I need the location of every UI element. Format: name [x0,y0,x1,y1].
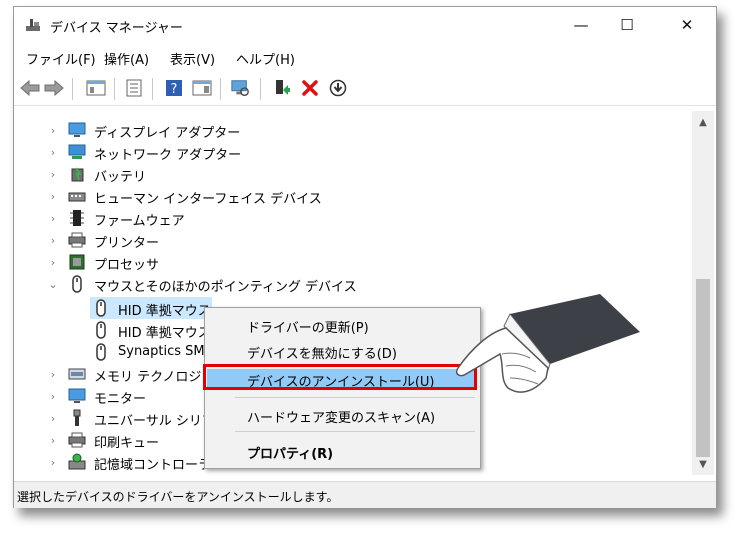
scroll-thumb[interactable] [696,279,710,457]
printer-icon [68,232,86,248]
processor-icon [69,254,85,270]
tree-label: ファームウェア [94,214,185,229]
display-adapter-icon [68,122,86,137]
menu-view[interactable]: 表示(V) [170,49,215,68]
chevron-right-icon[interactable]: › [48,168,58,181]
device-manager-icon [26,19,40,31]
menu-update-driver[interactable]: ドライバーの更新(P) [205,313,480,337]
tree-label: マウスとそのほかのポインティング デバイス [94,280,357,295]
minimize-button[interactable]: — [558,7,604,43]
tree-label: HID 準拠マウス [118,326,211,341]
chevron-right-icon[interactable]: › [48,390,58,403]
tree-label: ヒューマン インターフェイス デバイス [94,192,322,207]
firmware-chip-icon [70,210,84,226]
tree-label: 印刷キュー [94,436,160,451]
action-pane-icon[interactable] [192,78,212,98]
tree-label: プリンター [94,236,160,251]
chevron-right-icon[interactable]: › [48,456,58,469]
title-bar: デバイス マネージャー — ☐ ✕ [14,7,716,43]
show-hide-tree-icon[interactable] [86,78,106,98]
status-bar: 選択したデバイスのドライバーをアンインストールします。 [14,481,716,508]
monitor-icon [68,388,86,403]
properties-icon[interactable] [124,78,144,98]
menu-disable-device[interactable]: デバイスを無効にする(D) [205,339,480,363]
svg-text:?: ? [171,82,178,97]
close-button[interactable]: ✕ [664,7,710,43]
tree-label: ネットワーク アダプター [94,148,242,163]
menu-help[interactable]: ヘルプ(H) [236,49,295,68]
chevron-right-icon[interactable]: › [48,234,58,247]
chevron-right-icon[interactable]: › [48,146,58,159]
uninstall-x-icon[interactable] [300,78,320,98]
menu-action[interactable]: 操作(A) [104,49,149,68]
chevron-right-icon[interactable]: › [48,412,58,425]
mouse-icon [96,321,106,339]
highlight-callout-box [203,364,477,390]
chevron-right-icon[interactable]: › [48,368,58,381]
mouse-icon [96,299,106,317]
chevron-right-icon[interactable]: › [48,124,58,137]
battery-icon [71,167,84,182]
tree-label: メモリ テクノロジ デ [94,370,219,385]
window-title: デバイス マネージャー [50,21,183,36]
scroll-up-icon[interactable]: ▲ [692,113,714,131]
tree-label: プロセッサ [94,258,160,273]
mouse-icon [96,343,106,361]
vertical-scrollbar[interactable]: ▲ ▼ [692,111,714,475]
tree-label: バッテリ [94,170,147,185]
back-arrow-icon[interactable] [20,78,40,98]
tree-label: HID 準拠マウス [118,304,211,319]
menu-properties[interactable]: プロパティ(R) [205,439,480,463]
chevron-right-icon[interactable]: › [48,256,58,269]
tree-label: Synaptics SM [118,344,205,359]
usb-icon [73,409,81,426]
menu-bar: ファイル(F) 操作(A) 表示(V) ヘルプ(H) [14,45,716,68]
chevron-down-icon[interactable]: ⌄ [48,278,58,291]
network-adapter-icon [68,144,86,159]
help-icon[interactable]: ? [164,78,184,98]
chevron-right-icon[interactable]: › [48,190,58,203]
status-text: 選択したデバイスのドライバーをアンインストールします。 [17,490,339,504]
tree-label: ディスプレイ アダプター [94,126,241,141]
toolbar: ? [14,71,716,106]
print-queue-icon [68,432,86,448]
memory-icon [68,368,86,380]
chevron-right-icon[interactable]: › [48,212,58,225]
tree-label: モニター [94,392,147,407]
menu-file[interactable]: ファイル(F) [26,49,96,68]
download-circle-icon[interactable] [328,78,348,98]
mouse-icon [72,275,82,293]
forward-arrow-icon[interactable] [44,78,64,98]
maximize-button[interactable]: ☐ [604,7,650,43]
storage-controller-icon [68,453,86,470]
update-driver-icon[interactable] [272,78,292,98]
keyboard-icon [68,192,86,202]
chevron-right-icon[interactable]: › [48,434,58,447]
scan-hardware-icon[interactable] [230,78,250,98]
pointing-hand-icon [455,294,640,393]
scroll-down-icon[interactable]: ▼ [692,455,714,473]
menu-scan-hardware[interactable]: ハードウェア変更のスキャン(A) [205,403,480,427]
